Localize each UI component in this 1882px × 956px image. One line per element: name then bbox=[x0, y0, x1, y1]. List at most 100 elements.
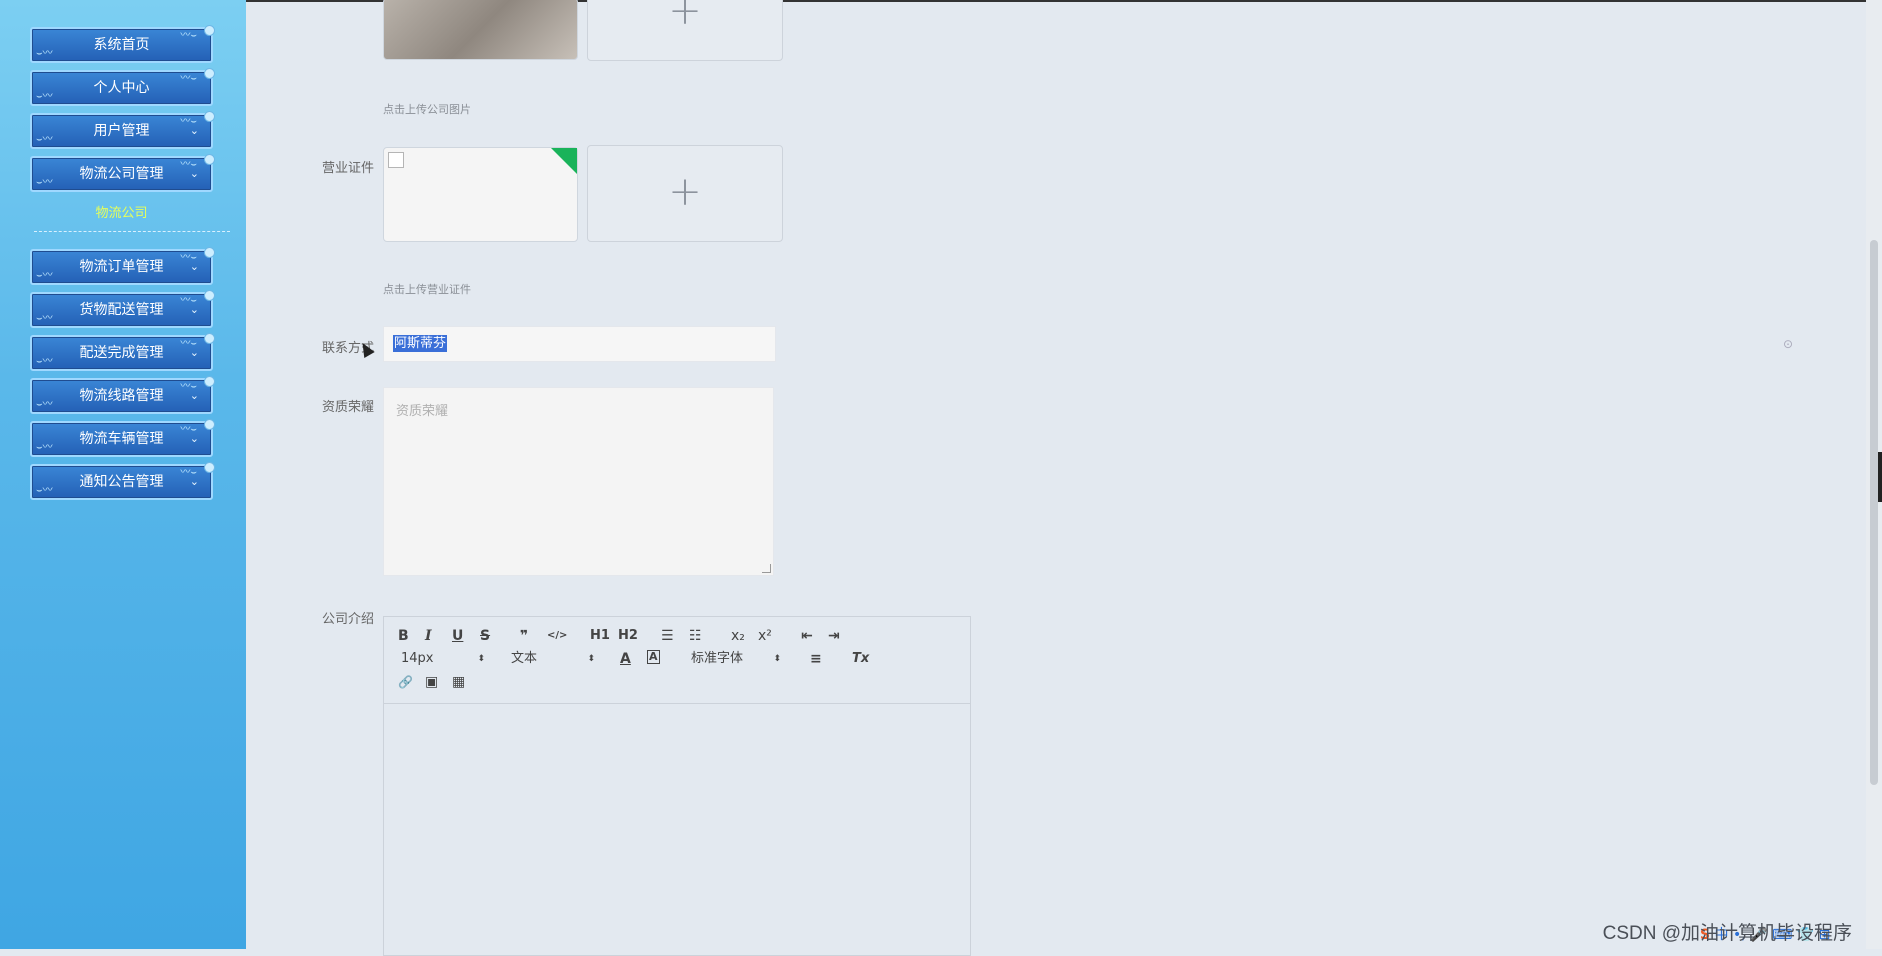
link-button[interactable]: 🔗 bbox=[398, 673, 413, 691]
superscript-button[interactable]: x² bbox=[758, 627, 772, 645]
sidebar-item-notices[interactable]: 〰⌣ ⌣〰 ⌄ 通知公告管理 bbox=[30, 462, 215, 500]
pin-icon bbox=[204, 290, 215, 301]
chevron-down-icon: ⌄ bbox=[189, 389, 199, 402]
image-button[interactable]: ▣ bbox=[425, 673, 438, 691]
font-size-value: 14px bbox=[401, 651, 434, 666]
strike-button[interactable]: S bbox=[480, 627, 490, 645]
pin-icon bbox=[204, 462, 215, 473]
sidebar-item-label: 物流公司管理 bbox=[79, 166, 164, 182]
plus-icon: + bbox=[668, 0, 702, 34]
sidebar-item-label: 个人中心 bbox=[93, 80, 150, 96]
sidebar-item-delivery-done[interactable]: 〰⌣ ⌣〰 ⌄ 配送完成管理 bbox=[30, 333, 215, 371]
sidebar-item-users[interactable]: 〰⌣ ⌣〰 ⌄ 用户管理 bbox=[30, 111, 215, 149]
chevron-down-icon: ⌄ bbox=[189, 124, 199, 137]
page-scrollbar[interactable] bbox=[1866, 0, 1882, 949]
chevron-down-icon: ⌄ bbox=[189, 346, 199, 359]
blockquote-button[interactable]: ❞ bbox=[520, 627, 528, 645]
select-arrows-icon: ⬍ bbox=[587, 654, 595, 664]
company-image-hint: 点击上传公司图片 bbox=[383, 103, 471, 116]
outdent-button[interactable]: ⇤ bbox=[801, 627, 813, 645]
add-license-image-button[interactable]: + bbox=[587, 145, 783, 242]
license-image-thumbnail[interactable] bbox=[383, 147, 578, 242]
license-label: 营业证件 bbox=[321, 161, 374, 176]
pin-icon bbox=[204, 419, 215, 430]
select-arrows-icon: ⬍ bbox=[477, 654, 485, 664]
vine-ornament-icon: 〰⌣ bbox=[180, 73, 197, 84]
company-image-thumbnail[interactable] bbox=[383, 0, 578, 60]
sidebar-item-label: 通知公告管理 bbox=[79, 474, 164, 490]
resize-handle-icon[interactable] bbox=[762, 564, 771, 573]
watermark: CSDN @加油计算机毕设程序 bbox=[1602, 923, 1852, 944]
clean-format-button[interactable]: Tx bbox=[852, 650, 869, 668]
add-company-image-button[interactable]: + bbox=[587, 0, 783, 61]
rich-text-editor[interactable]: B I U S ❞ </> H1 H2 ☰ ☷ x₂ x² ⇤ ⇥ 14px ⬍… bbox=[383, 616, 971, 956]
code-button[interactable]: </> bbox=[547, 627, 567, 645]
scrollbar-thumb[interactable] bbox=[1870, 240, 1878, 785]
editor-toolbar: B I U S ❞ </> H1 H2 ☰ ☷ x₂ x² ⇤ ⇥ 14px ⬍… bbox=[384, 617, 970, 704]
sidebar-item-label: 物流车辆管理 bbox=[79, 431, 164, 447]
contact-input[interactable]: 阿斯蒂芬 bbox=[383, 326, 776, 362]
font-family-select[interactable]: 标准字体 ⬍ bbox=[691, 650, 781, 668]
header-value: 文本 bbox=[511, 651, 538, 666]
sidebar-item-label: 系统首页 bbox=[93, 37, 150, 53]
sidebar-item-home[interactable]: 〰⌣ ⌣〰 系统首页 bbox=[30, 25, 215, 63]
bold-button[interactable]: B bbox=[398, 627, 409, 645]
vine-ornament-icon: ⌣〰 bbox=[36, 48, 53, 59]
editor-content-area[interactable] bbox=[384, 704, 970, 954]
video-icon: ▦ bbox=[452, 674, 466, 690]
settings-icon[interactable]: ⊙ bbox=[1783, 337, 1793, 351]
vine-ornament-icon: ⌣〰 bbox=[36, 313, 53, 324]
align-button[interactable]: ≡ bbox=[810, 650, 822, 668]
subscript-button[interactable]: x₂ bbox=[731, 627, 745, 645]
sidebar-item-orders[interactable]: 〰⌣ ⌣〰 ⌄ 物流订单管理 bbox=[30, 247, 215, 285]
honor-label: 资质荣耀 bbox=[321, 400, 374, 415]
h2-button[interactable]: H2 bbox=[618, 627, 638, 645]
bullet-list-button[interactable]: ☷ bbox=[689, 627, 702, 645]
select-arrows-icon: ⬍ bbox=[773, 654, 781, 664]
pin-icon bbox=[204, 25, 215, 36]
vine-ornament-icon: ⌣〰 bbox=[36, 91, 53, 102]
pin-icon bbox=[204, 111, 215, 122]
chevron-down-icon: ⌄ bbox=[189, 475, 199, 488]
text-color-button[interactable]: A bbox=[620, 650, 631, 668]
background-color-button[interactable]: A bbox=[647, 650, 660, 664]
image-icon: ▣ bbox=[425, 674, 439, 690]
vine-ornament-icon: ⌣〰 bbox=[36, 356, 53, 367]
vine-ornament-icon: ⌣〰 bbox=[36, 177, 53, 188]
chevron-down-icon: ⌄ bbox=[189, 167, 199, 180]
sidebar-item-label: 配送完成管理 bbox=[79, 345, 164, 361]
plus-icon: + bbox=[668, 169, 702, 215]
vine-ornament-icon: 〰⌣ bbox=[180, 30, 197, 41]
pin-icon bbox=[204, 247, 215, 258]
license-hint: 点击上传营业证件 bbox=[383, 283, 471, 296]
sidebar-item-routes[interactable]: 〰⌣ ⌣〰 ⌄ 物流线路管理 bbox=[30, 376, 215, 414]
broken-image-icon bbox=[388, 152, 404, 168]
h1-button[interactable]: H1 bbox=[590, 627, 610, 645]
divider bbox=[34, 231, 230, 232]
font-family-value: 标准字体 bbox=[691, 651, 744, 666]
video-button[interactable]: ▦ bbox=[452, 673, 465, 691]
sidebar: 〰⌣ ⌣〰 系统首页 〰⌣ ⌣〰 个人中心 〰⌣ ⌣〰 ⌄ 用户管理 〰⌣ ⌣〰… bbox=[0, 0, 246, 949]
contact-value: 阿斯蒂芬 bbox=[393, 335, 448, 352]
pin-icon bbox=[204, 333, 215, 344]
italic-button[interactable]: I bbox=[425, 627, 432, 645]
chevron-down-icon: ⌄ bbox=[189, 260, 199, 273]
uploaded-check-icon bbox=[551, 148, 577, 174]
header-select[interactable]: 文本 ⬍ bbox=[511, 650, 595, 668]
honor-textarea[interactable]: 资质荣耀 bbox=[383, 387, 774, 576]
sidebar-item-label: 物流线路管理 bbox=[79, 388, 164, 404]
pin-icon bbox=[204, 68, 215, 79]
sidebar-item-delivery[interactable]: 〰⌣ ⌣〰 ⌄ 货物配送管理 bbox=[30, 290, 215, 328]
sidebar-item-label: 物流订单管理 bbox=[79, 259, 164, 275]
link-icon: 🔗 bbox=[398, 675, 413, 689]
ordered-list-button[interactable]: ☰ bbox=[661, 627, 674, 645]
sidebar-item-vehicles[interactable]: 〰⌣ ⌣〰 ⌄ 物流车辆管理 bbox=[30, 419, 215, 457]
indent-button[interactable]: ⇥ bbox=[828, 627, 840, 645]
sidebar-subitem-logistics-company[interactable]: 物流公司 bbox=[30, 203, 213, 225]
sidebar-item-logistics-company[interactable]: 〰⌣ ⌣〰 ⌄ 物流公司管理 bbox=[30, 154, 215, 192]
font-size-select[interactable]: 14px ⬍ bbox=[401, 650, 485, 668]
vine-ornament-icon: ⌣〰 bbox=[36, 134, 53, 145]
underline-button[interactable]: U bbox=[452, 627, 463, 645]
sidebar-item-profile[interactable]: 〰⌣ ⌣〰 个人中心 bbox=[30, 68, 215, 106]
chevron-down-icon: ⌄ bbox=[189, 432, 199, 445]
